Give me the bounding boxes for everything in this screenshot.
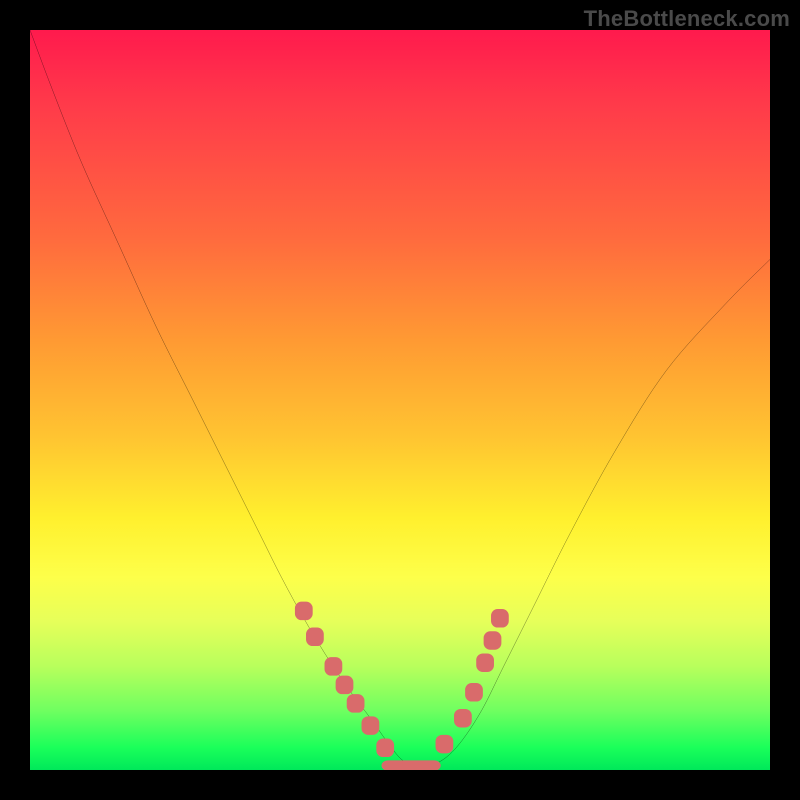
marker-left-cluster (347, 694, 365, 713)
marker-bottom-band (382, 760, 441, 770)
marker-right-cluster (465, 683, 483, 702)
curve-path (30, 30, 770, 766)
marker-right-cluster (476, 653, 494, 672)
marker-right-cluster (484, 631, 502, 650)
marker-left-cluster (362, 716, 380, 735)
marker-left-cluster (325, 657, 343, 676)
marker-left-cluster (295, 602, 313, 621)
marker-left-cluster (336, 676, 354, 695)
curve-layer (30, 30, 770, 770)
bottleneck-curve (30, 30, 770, 766)
marker-right-cluster (436, 735, 454, 754)
marker-left-cluster (306, 628, 324, 647)
watermark-text: TheBottleneck.com (584, 6, 790, 32)
marker-layer (295, 602, 509, 770)
plot-area (30, 30, 770, 770)
marker-left-cluster (376, 739, 394, 758)
marker-right-cluster (454, 709, 472, 728)
chart-container: TheBottleneck.com (0, 0, 800, 800)
marker-right-cluster (491, 609, 509, 628)
